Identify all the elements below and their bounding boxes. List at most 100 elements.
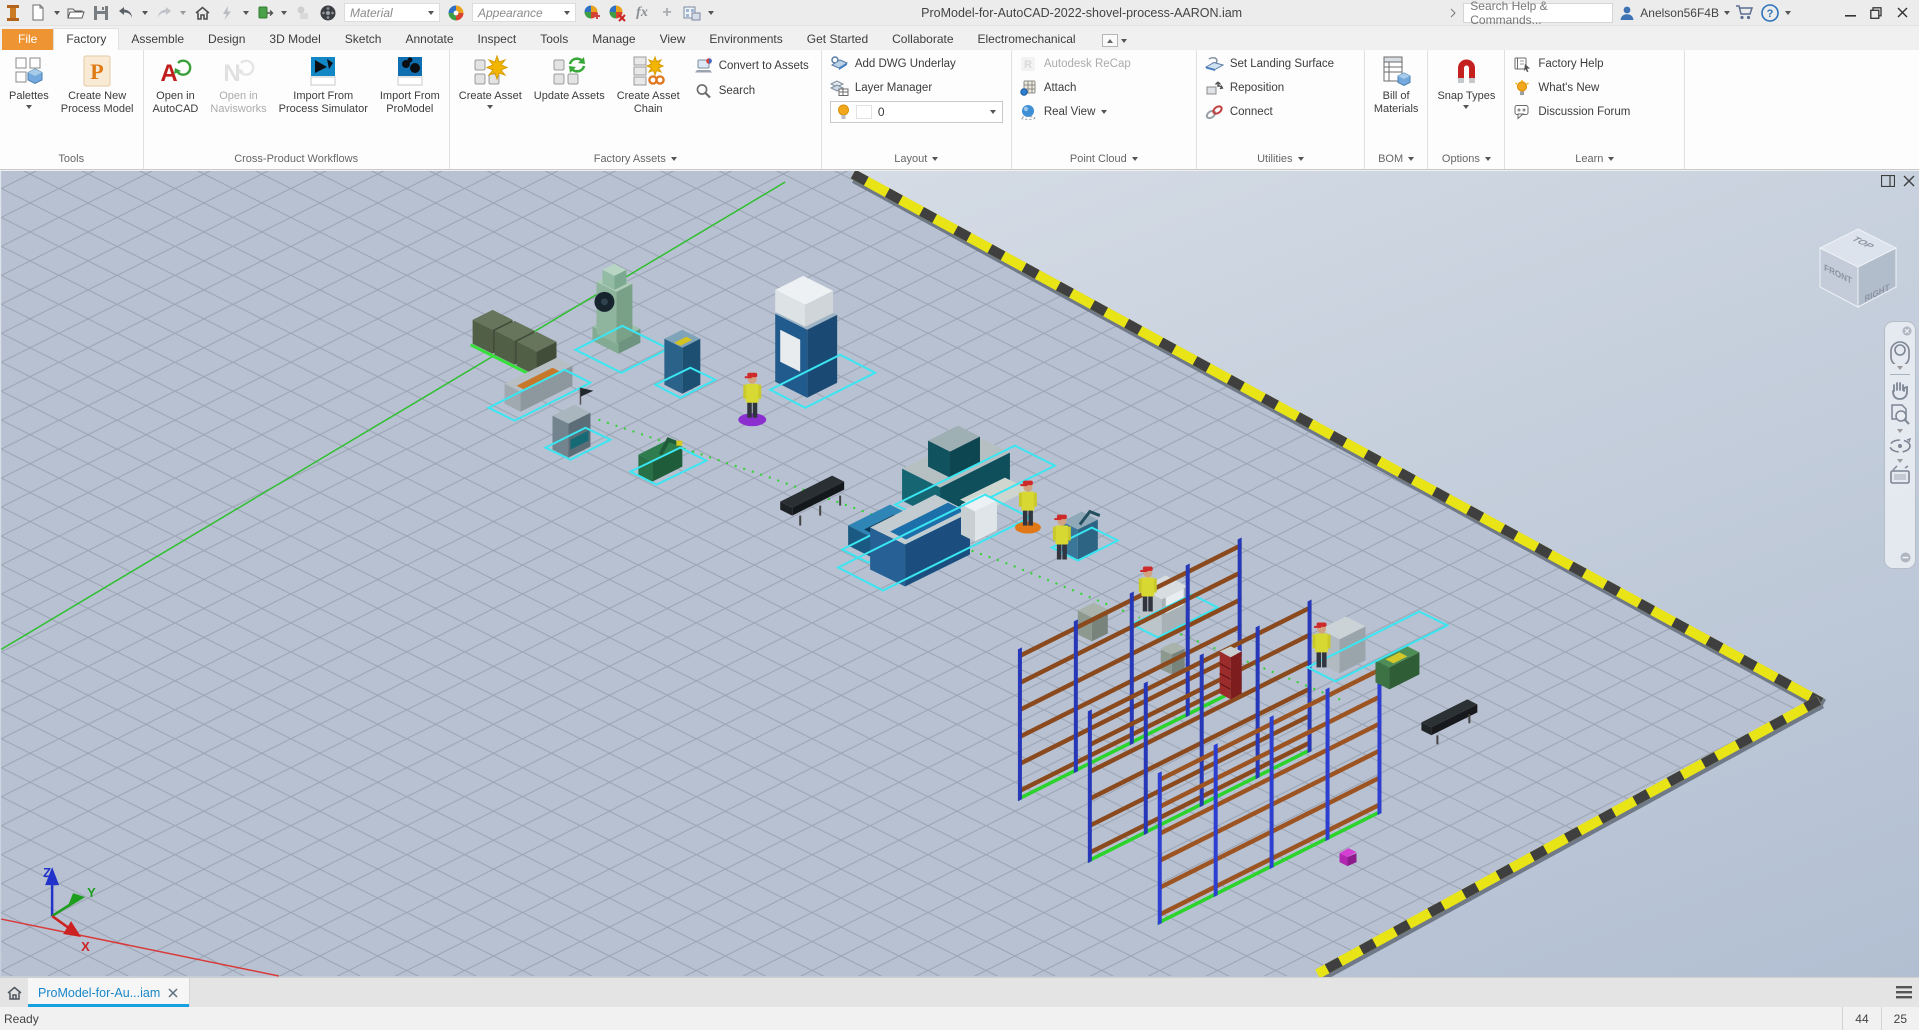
reposition-button[interactable]: Reposition: [1200, 76, 1361, 100]
create-asset-chain-button[interactable]: Create Asset Chain: [611, 52, 686, 116]
tab-assemble[interactable]: Assemble: [119, 29, 196, 50]
pan-hand-icon[interactable]: [1888, 379, 1912, 401]
new-file-dropdown[interactable]: [54, 11, 60, 15]
help-search-input[interactable]: Search Help & Commands...: [1463, 3, 1613, 23]
panel-label-tools[interactable]: Tools: [0, 151, 143, 169]
connect-button[interactable]: Connect: [1200, 100, 1361, 124]
component-dropdown[interactable]: [281, 11, 287, 15]
panel-label-layout[interactable]: Layout: [822, 151, 1011, 169]
help-icon[interactable]: ?: [1760, 3, 1780, 23]
fx-parameters-icon[interactable]: fx: [633, 4, 651, 22]
render-wheel-icon[interactable]: [319, 4, 337, 22]
home-tab-button[interactable]: [0, 978, 28, 1007]
save-icon[interactable]: [92, 4, 110, 22]
appearance-dropdown[interactable]: Appearance: [472, 3, 576, 22]
snap-types-button[interactable]: Snap Types: [1431, 52, 1501, 109]
open-file-icon[interactable]: [67, 4, 85, 22]
tab-inspect[interactable]: Inspect: [466, 29, 529, 50]
navbar-close-icon[interactable]: [1902, 326, 1912, 336]
red-drawer-cabinet[interactable]: [1220, 646, 1242, 699]
viewport-tile-icon[interactable]: [1881, 175, 1895, 187]
panel-label-utilities[interactable]: Utilities: [1197, 151, 1364, 169]
palettes-button[interactable]: Palettes: [3, 52, 55, 109]
help-dropdown[interactable]: [1785, 11, 1791, 15]
tab-close-icon[interactable]: [168, 988, 178, 998]
qat-customize-dropdown[interactable]: [708, 11, 714, 15]
create-new-process-model-button[interactable]: P Create New Process Model: [55, 52, 140, 116]
tab-manage[interactable]: Manage: [580, 29, 647, 50]
color-wheel-icon[interactable]: [447, 4, 465, 22]
user-dropdown[interactable]: [1724, 11, 1730, 15]
tab-collaborate[interactable]: Collaborate: [880, 29, 965, 50]
real-view-button[interactable]: Real View: [1015, 100, 1193, 124]
tab-sketch[interactable]: Sketch: [333, 29, 394, 50]
attach-point-cloud-button[interactable]: Attach: [1015, 76, 1193, 100]
zoom-icon[interactable]: [1888, 403, 1912, 427]
model-viewport[interactable]: Z Y X TOP FRONT RIGHT: [0, 171, 1919, 977]
active-layer-combobox[interactable]: 0: [830, 101, 1003, 123]
open-in-autocad-button[interactable]: A Open in AutoCAD: [147, 52, 205, 116]
ribbon-collapse-button[interactable]: [1102, 34, 1127, 47]
panel-label-options[interactable]: Options: [1428, 151, 1504, 169]
panel-label-cross-product[interactable]: Cross-Product Workflows: [144, 151, 449, 169]
tab-annotate[interactable]: Annotate: [393, 29, 465, 50]
layer-dropdown[interactable]: [990, 110, 996, 114]
gray-bin-a[interactable]: [1078, 602, 1108, 641]
document-tab-active[interactable]: ProModel-for-Au...iam: [28, 978, 190, 1007]
panel-label-point-cloud[interactable]: Point Cloud: [1012, 151, 1196, 169]
panel-label-learn[interactable]: Learn: [1505, 151, 1684, 169]
tab-file[interactable]: File: [2, 29, 53, 50]
orbit-dropdown-icon[interactable]: [1897, 459, 1903, 463]
set-landing-surface-button[interactable]: Set Landing Surface: [1200, 52, 1361, 76]
factory-help-button[interactable]: Factory Help: [1508, 52, 1681, 76]
add-dwg-underlay-button[interactable]: Add DWG Underlay: [825, 52, 1008, 76]
layer-lightbulb-icon[interactable]: [837, 104, 850, 121]
view-cube[interactable]: TOP FRONT RIGHT: [1808, 219, 1908, 314]
tab-list-menu-icon[interactable]: [1889, 978, 1919, 1007]
whats-new-button[interactable]: What's New: [1508, 76, 1681, 100]
convert-to-assets-button[interactable]: Convert to Assets: [690, 54, 814, 78]
panel-label-bom[interactable]: BOM: [1365, 151, 1428, 169]
tab-get-started[interactable]: Get Started: [795, 29, 880, 50]
create-asset-button[interactable]: Create Asset: [453, 52, 528, 109]
import-from-process-simulator-button[interactable]: Import From Process Simulator: [273, 52, 374, 116]
home-icon[interactable]: [193, 4, 211, 22]
search-assets-button[interactable]: Search: [690, 79, 814, 103]
navbar-more-icon[interactable]: [1900, 552, 1911, 563]
import-from-promodel-button[interactable]: Import From ProModel: [374, 52, 446, 116]
tab-electromechanical[interactable]: Electromechanical: [966, 29, 1088, 50]
inventor-logo-icon[interactable]: [4, 4, 22, 22]
tab-environments[interactable]: Environments: [697, 29, 794, 50]
drawing-views-icon[interactable]: [683, 4, 701, 22]
layer-manager-button[interactable]: Layer Manager: [825, 76, 1008, 100]
tab-view[interactable]: View: [648, 29, 698, 50]
undo-dropdown[interactable]: [142, 11, 148, 15]
update-assets-button[interactable]: Update Assets: [528, 52, 611, 103]
steering-wheel-icon[interactable]: [1887, 338, 1913, 364]
tab-factory[interactable]: Factory: [53, 28, 119, 50]
orbit-icon[interactable]: [1887, 435, 1913, 457]
close-button[interactable]: [1889, 2, 1915, 24]
tab-tools[interactable]: Tools: [528, 29, 580, 50]
look-at-icon[interactable]: [1888, 465, 1912, 485]
panel-label-factory-assets[interactable]: Factory Assets: [450, 151, 821, 169]
bill-of-materials-button[interactable]: Bill of Materials: [1368, 52, 1425, 116]
discussion-forum-button[interactable]: Discussion Forum: [1508, 100, 1681, 124]
zoom-dropdown-icon[interactable]: [1897, 429, 1903, 433]
store-cart-icon[interactable]: [1735, 4, 1755, 21]
appearance-clear-icon[interactable]: [608, 4, 626, 22]
layer-color-swatch[interactable]: [856, 105, 872, 119]
wheel-dropdown-icon[interactable]: [1897, 366, 1903, 370]
restore-button[interactable]: [1863, 2, 1889, 24]
username[interactable]: Anelson56F4B: [1640, 6, 1719, 20]
tab-design[interactable]: Design: [196, 29, 257, 50]
new-file-icon[interactable]: [29, 4, 47, 22]
appearance-add-icon[interactable]: [583, 4, 601, 22]
bolt-dropdown[interactable]: [243, 11, 249, 15]
minimize-button[interactable]: [1837, 2, 1863, 24]
material-dropdown[interactable]: Material: [344, 3, 440, 22]
viewport-close-icon[interactable]: [1903, 175, 1915, 187]
undo-icon[interactable]: [117, 4, 135, 22]
component-update-icon[interactable]: [256, 4, 274, 22]
tab-3d-model[interactable]: 3D Model: [257, 29, 332, 50]
